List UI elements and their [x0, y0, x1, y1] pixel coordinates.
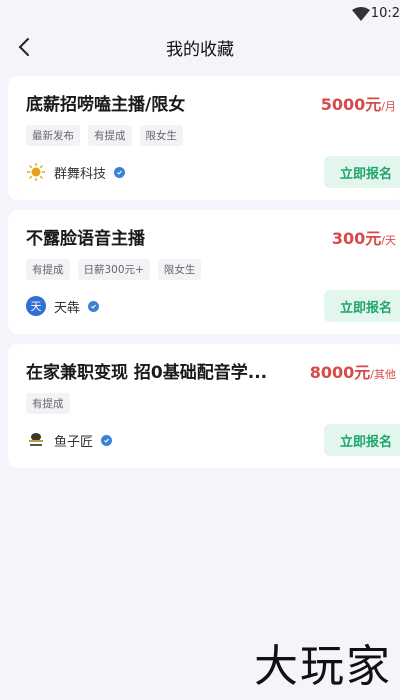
back-arrow-icon[interactable] — [14, 36, 36, 58]
salary-amount: 8000元 — [309, 362, 371, 382]
page-title: 我的收藏 — [166, 39, 234, 60]
apply-button[interactable]: 立即报名 — [324, 156, 400, 188]
salary-unit: /月 — [381, 99, 396, 113]
watermark: 大玩家 — [254, 641, 392, 692]
apply-button[interactable]: 立即报名 — [324, 290, 400, 322]
tag: 有提成 — [26, 393, 70, 414]
company-name: 天犇 — [54, 300, 81, 316]
verified-badge-icon — [114, 166, 126, 178]
tag: 有提成 — [88, 125, 132, 146]
company-info: 群舞科技 — [26, 162, 126, 182]
tag: 限女生 — [139, 125, 183, 146]
tag-list: 有提成 日薪300元+ 限女生 — [26, 259, 400, 280]
salary-amount: 300元 — [331, 228, 382, 248]
salary: 8000元/其他 — [310, 359, 396, 383]
status-time: 10:2 — [370, 6, 400, 21]
favorites-list: 底薪招唠嗑主播/限女 5000元/月 最新发布 有提成 限女生 群舞科技 立即报… — [0, 66, 400, 468]
header: 我的收藏 — [0, 28, 400, 66]
job-title: 底薪招唠嗑主播/限女 — [26, 95, 186, 115]
wifi-icon — [352, 7, 370, 21]
tag-list: 有提成 — [26, 393, 400, 414]
company-name: 鱼子匠 — [54, 434, 94, 450]
job-title: 在家兼职变现 招0基础配音学... — [26, 363, 268, 383]
verified-badge-icon — [101, 434, 113, 446]
salary-amount: 5000元 — [320, 94, 382, 114]
tag: 最新发布 — [26, 125, 80, 146]
job-card[interactable]: 在家兼职变现 招0基础配音学... 8000元/其他 有提成 鱼子匠 立即报名 — [8, 344, 400, 468]
company-name: 群舞科技 — [54, 166, 107, 182]
company-logo: 天 — [26, 296, 46, 316]
tag-list: 最新发布 有提成 限女生 — [26, 125, 400, 146]
status-bar: 10:2 — [0, 0, 400, 28]
tag: 限女生 — [157, 259, 202, 280]
hat-logo-icon — [26, 430, 46, 450]
tag: 日薪300元+ — [77, 259, 150, 280]
salary: 300元/天 — [332, 225, 396, 249]
salary-unit: /其他 — [370, 367, 396, 381]
apply-button[interactable]: 立即报名 — [324, 424, 400, 456]
job-card[interactable]: 底薪招唠嗑主播/限女 5000元/月 最新发布 有提成 限女生 群舞科技 立即报… — [8, 76, 400, 200]
tag: 有提成 — [26, 259, 70, 280]
company-info: 鱼子匠 — [26, 430, 113, 450]
job-card[interactable]: 不露脸语音主播 300元/天 有提成 日薪300元+ 限女生 天 天犇 立即报名 — [8, 210, 400, 334]
salary: 5000元/月 — [321, 91, 396, 115]
verified-badge-icon — [88, 300, 100, 312]
company-info: 天 天犇 — [26, 296, 100, 316]
salary-unit: /天 — [381, 233, 396, 247]
sun-logo-icon — [27, 163, 45, 181]
job-title: 不露脸语音主播 — [26, 229, 145, 249]
